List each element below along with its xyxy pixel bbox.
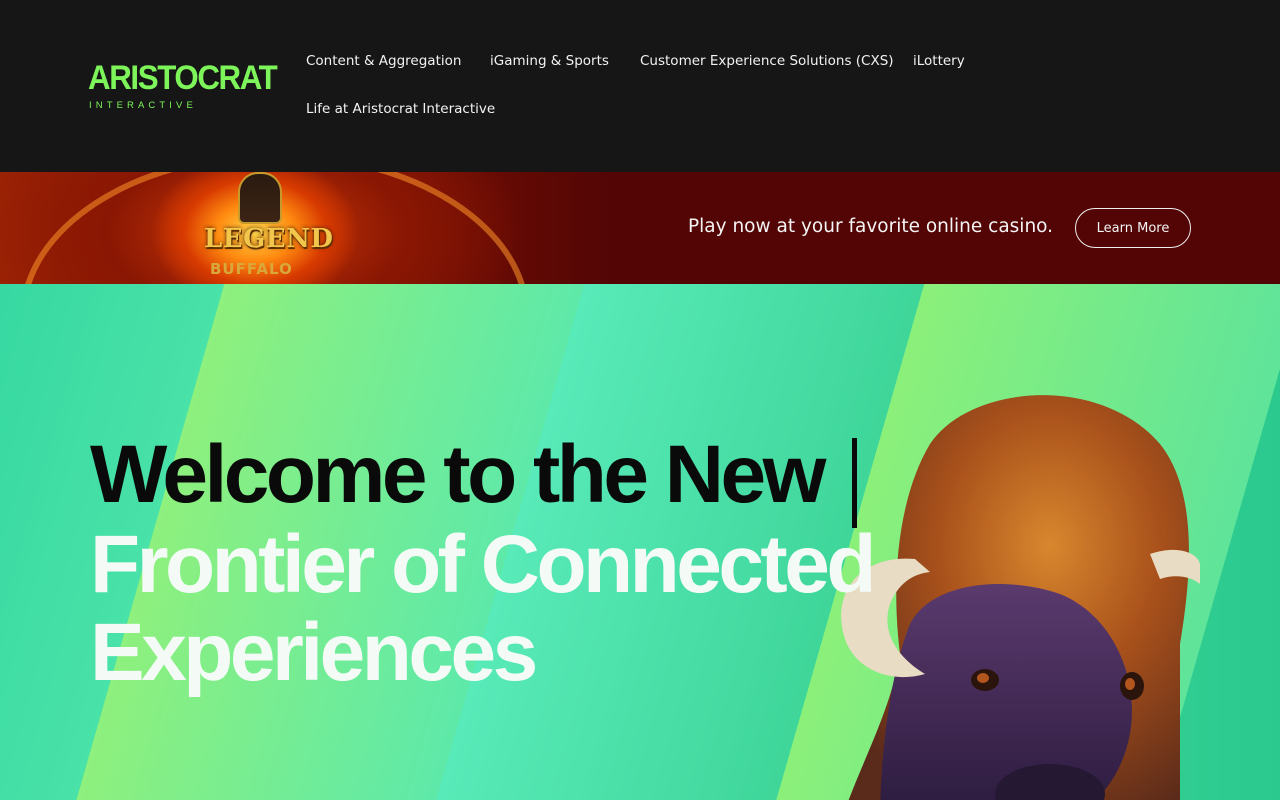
nav-customer-experience-solutions[interactable]: Customer Experience Solutions (CXS)	[640, 53, 894, 69]
site-header: ARISTOCRAT INTERACTIVE Content & Aggrega…	[0, 0, 1280, 172]
game-logo-legend: LEGEND	[204, 224, 334, 254]
hero-heading-line-3: Experiences	[90, 607, 538, 698]
buffalo-illustration	[841, 395, 1200, 800]
typing-caret	[852, 438, 857, 528]
nav-igaming-sports[interactable]: iGaming & Sports	[490, 53, 609, 69]
logo-subtitle: INTERACTIVE	[89, 100, 197, 111]
logo-wordmark: ARISTOCRAT	[88, 59, 278, 97]
promo-text: Play now at your favorite online casino.	[688, 216, 1054, 237]
aristocrat-interactive-logo[interactable]: ARISTOCRAT INTERACTIVE	[88, 56, 278, 120]
hero-section: Welcome to the New Frontier of Connected…	[0, 284, 1280, 800]
hero-heading-line-2: Frontier of Connected	[90, 519, 876, 610]
nav-ilottery[interactable]: iLottery	[913, 53, 965, 69]
buffalo-totem-icon	[238, 172, 282, 224]
game-logo-buffalo: BUFFALO	[210, 260, 293, 278]
hero-heading-line-1: Welcome to the New	[90, 429, 826, 520]
nav-life-at-aristocrat[interactable]: Life at Aristocrat Interactive	[306, 101, 495, 117]
learn-more-button[interactable]: Learn More	[1075, 208, 1191, 248]
nav-content-aggregation[interactable]: Content & Aggregation	[306, 53, 461, 69]
